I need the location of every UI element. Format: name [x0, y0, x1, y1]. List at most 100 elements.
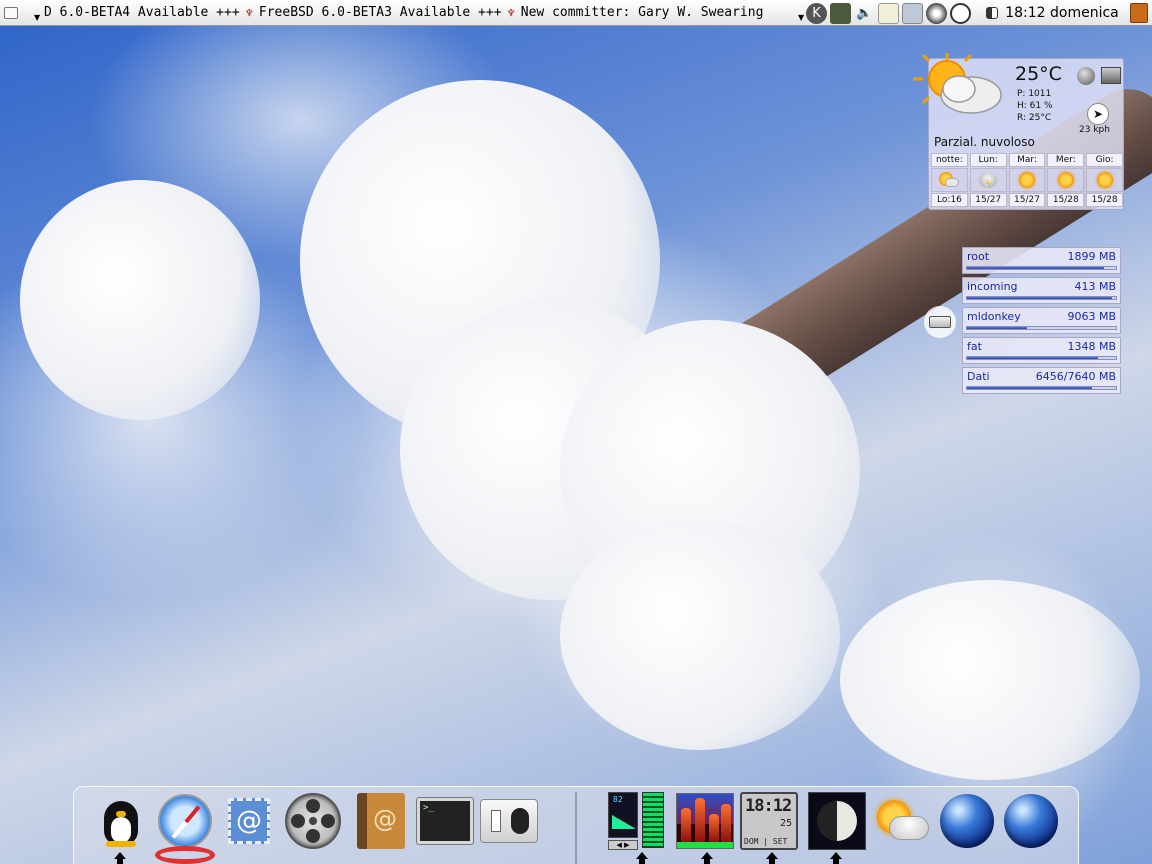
- forecast-temp: 15/28: [1086, 193, 1123, 207]
- forecast-day: Gio: 15/28: [1086, 153, 1123, 209]
- finder-penguin-launcher[interactable]: [92, 792, 150, 850]
- monitor-icon[interactable]: [830, 2, 851, 24]
- disk-usage-fill: [967, 387, 1093, 389]
- forecast-day: Lun: 15/27: [969, 153, 1007, 209]
- wallpaper-blossom: [560, 520, 840, 750]
- workspace-icon[interactable]: [986, 7, 998, 19]
- clock-day: 25: [779, 818, 792, 829]
- disk-name: root: [967, 250, 990, 263]
- running-indicator-icon: [766, 852, 778, 864]
- window-list-button[interactable]: [4, 6, 18, 19]
- clock-applet[interactable]: 18:12 25 DOM | SET: [740, 792, 798, 850]
- disk-size: 6456/7640 MB: [1035, 370, 1116, 383]
- cpu-flame-icon: [676, 793, 734, 849]
- panel-clock[interactable]: 18:12 domenica: [998, 0, 1126, 26]
- address-book-icon: @: [357, 793, 405, 849]
- disk-item[interactable]: root 1899 MB: [962, 247, 1121, 274]
- safari-compass-icon: [158, 794, 212, 848]
- forecast-day-label: Gio:: [1086, 153, 1123, 167]
- clock-icon[interactable]: [950, 2, 971, 24]
- forecast-temp: 15/27: [1008, 193, 1046, 207]
- ticker-scroll-arrow-icon[interactable]: ▼: [798, 13, 806, 23]
- thunderstorm-icon: [969, 168, 1007, 192]
- mixer-buttons[interactable]: ◀ ▶: [608, 840, 638, 850]
- partly-cloudy-icon: [913, 53, 1002, 114]
- moon-phase-icon: [808, 792, 866, 850]
- blue-orb-icon: [1004, 794, 1058, 848]
- forecast-table: notte: Lo:16 Lun: 15/27 Mar: 15/27 Mer: …: [931, 153, 1123, 209]
- ticker-item[interactable]: D 6.0-BETA4 Available +++: [44, 0, 240, 26]
- orb-launcher[interactable]: [938, 792, 996, 850]
- ticker-menu-arrow-icon[interactable]: ▼: [34, 13, 42, 23]
- address-book-launcher[interactable]: @: [352, 792, 410, 850]
- logout-button[interactable]: [1130, 3, 1148, 23]
- night-sun-cloud-icon: [931, 168, 968, 192]
- disk-usage-fill: [967, 327, 1027, 329]
- ticker-item[interactable]: FreeBSD 6.0-BETA3 Available +++: [259, 0, 502, 26]
- weather-icon[interactable]: [926, 2, 947, 24]
- real-feel: R: 25°C: [1017, 113, 1052, 123]
- pressure: P: 1011: [1017, 89, 1052, 99]
- globe-icon[interactable]: [1077, 67, 1095, 85]
- moon-phase-applet[interactable]: [808, 792, 866, 850]
- bsd-daemon-icon: ♆: [507, 6, 515, 20]
- forecast-day: notte: Lo:16: [931, 153, 968, 209]
- forecast-temp: Lo:16: [931, 193, 968, 207]
- safari-launcher[interactable]: [156, 792, 214, 850]
- notes-icon[interactable]: [878, 2, 899, 24]
- disk-item[interactable]: fat 1348 MB: [962, 337, 1121, 364]
- disk-usage-bar: [966, 356, 1117, 360]
- system-tray: K 🔈: [806, 2, 998, 24]
- webcam-icon[interactable]: [1101, 67, 1121, 84]
- forecast-temp: 15/28: [1047, 193, 1085, 207]
- disk-usage-widget: root 1899 MB incoming 413 MB mldonkey 9063 …: [962, 247, 1121, 397]
- news-ticker[interactable]: D 6.0-BETA4 Available +++ ♆ FreeBSD 6.0-…: [44, 0, 796, 26]
- disk-usage-bar: [966, 296, 1117, 300]
- disk-size: 1899 MB: [1067, 250, 1116, 263]
- clock-time: 18:12: [745, 796, 792, 816]
- orb-launcher[interactable]: [1002, 792, 1060, 850]
- mail-launcher[interactable]: @: [220, 792, 278, 850]
- disk-name: mldonkey: [967, 310, 1021, 323]
- hard-disk-icon[interactable]: [924, 306, 956, 338]
- mixer-applet[interactable]: 82 ◀ ▶: [608, 792, 666, 850]
- disk-name: incoming: [967, 280, 1018, 293]
- disk-item[interactable]: mldonkey 9063 MB: [962, 307, 1121, 334]
- disk-usage-bar: [966, 266, 1117, 270]
- running-indicator-icon: [830, 852, 842, 864]
- wind-direction-icon: ➤: [1087, 103, 1109, 125]
- forecast-day-label: Mar:: [1008, 153, 1046, 167]
- dock-separator: [575, 792, 577, 864]
- digital-clock-icon: 18:12 25 DOM | SET: [740, 792, 798, 850]
- volume-icon[interactable]: 🔈: [854, 3, 875, 24]
- wind-speed: 23 kph: [1079, 125, 1110, 135]
- system-preferences-launcher[interactable]: [480, 792, 538, 850]
- forecast-day: Mar: 15/27: [1008, 153, 1046, 209]
- bsd-daemon-icon: ♆: [245, 6, 253, 20]
- humidity: H: 61 %: [1017, 101, 1053, 111]
- running-indicator-icon: [701, 852, 713, 864]
- ticker-item[interactable]: New committer: Gary W. Swearing: [521, 0, 764, 26]
- top-panel: ▼ D 6.0-BETA4 Available +++ ♆ FreeBSD 6.…: [0, 0, 1152, 26]
- weather-condition: Parzial. nuvoloso: [934, 135, 1035, 149]
- lifebuoy-icon: [155, 846, 215, 864]
- disk-name: Dati: [967, 370, 990, 383]
- media-player-launcher[interactable]: [284, 792, 342, 850]
- disk-item[interactable]: Dati 6456/7640 MB: [962, 367, 1121, 394]
- mixer-value: 82: [613, 795, 623, 804]
- wallpaper-blossom: [840, 580, 1140, 780]
- terminal-launcher[interactable]: >_: [416, 792, 474, 850]
- disk-name: fat: [967, 340, 982, 353]
- weather-applet[interactable]: [874, 792, 932, 850]
- disk-usage-fill: [967, 267, 1105, 269]
- cpu-monitor-applet[interactable]: [676, 792, 734, 850]
- network-icon[interactable]: [902, 2, 923, 24]
- forecast-day-label: notte:: [931, 153, 968, 167]
- forecast-day-label: Lun:: [969, 153, 1007, 167]
- disk-item[interactable]: incoming 413 MB: [962, 277, 1121, 304]
- running-indicator-icon: [636, 852, 648, 864]
- disk-usage-fill: [967, 357, 1099, 359]
- weather-widget[interactable]: 25°C P: 1011 H: 61 % R: 25°C ➤ 23 kph Pa…: [913, 53, 1124, 210]
- forecast-day-label: Mer:: [1047, 153, 1085, 167]
- kde-icon[interactable]: K: [806, 2, 827, 24]
